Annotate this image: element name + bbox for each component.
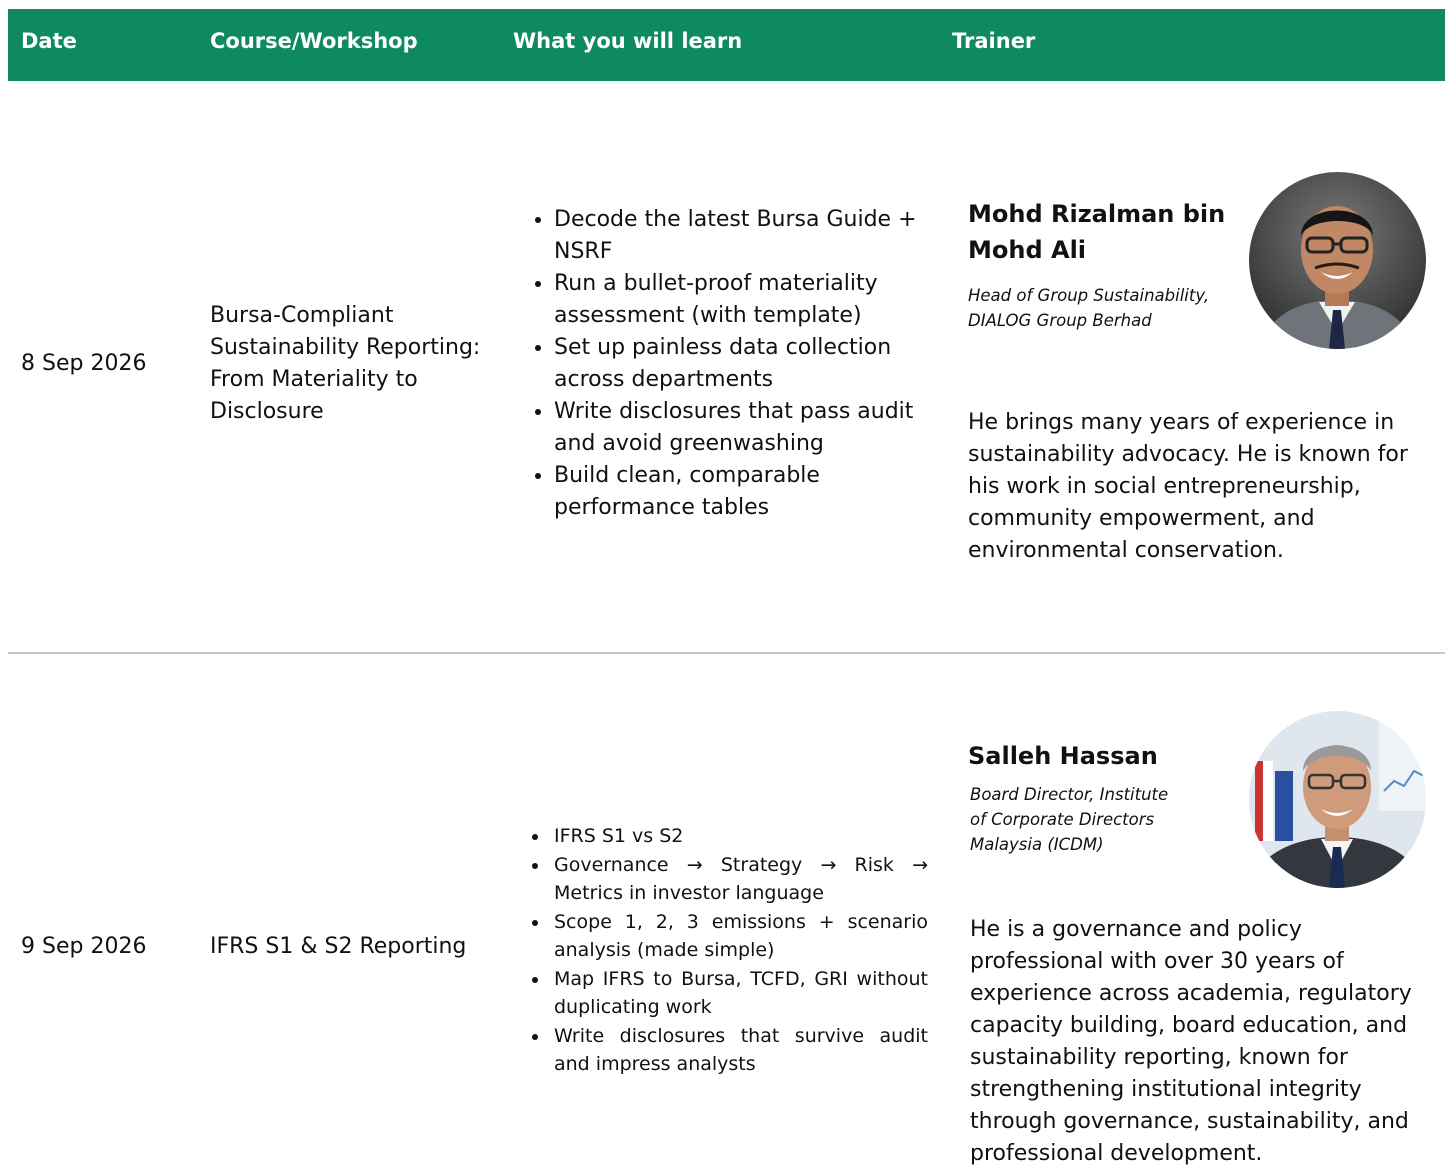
- learn-item: Scope 1, 2, 3 emissions + scenario analy…: [550, 908, 928, 965]
- header-learn: What you will learn: [513, 29, 743, 53]
- learn-item: Run a bullet-proof materiality assessmen…: [554, 268, 925, 332]
- row-learn: Decode the latest Bursa Guide + NSRF Run…: [530, 204, 925, 524]
- learn-item: Governance → Strategy → Risk → Metrics i…: [550, 851, 928, 908]
- trainer-name: Salleh Hassan: [968, 742, 1158, 770]
- header-trainer: Trainer: [952, 29, 1036, 53]
- header-date: Date: [21, 29, 77, 53]
- trainer-role: Head of Group Sustainability, DIALOG Gro…: [968, 283, 1209, 333]
- header-course: Course/Workshop: [210, 29, 418, 53]
- learn-item: Decode the latest Bursa Guide + NSRF: [554, 204, 925, 268]
- learn-item: IFRS S1 vs S2: [550, 822, 928, 851]
- trainer-role-line: DIALOG Group Berhad: [968, 311, 1152, 330]
- row-course: Bursa-Compliant Sustainability Reporting…: [210, 303, 481, 424]
- trainer-role-line: Board Director, Institute: [970, 785, 1169, 804]
- row-date: 8 Sep 2026: [21, 351, 147, 376]
- table-header: Date Course/Workshop What you will learn…: [8, 9, 1445, 81]
- row-divider: [8, 652, 1445, 654]
- trainer-role-line: of Corporate Directors: [970, 810, 1155, 829]
- trainer-photo: [1249, 172, 1426, 349]
- trainer-name-line: Mohd Ali: [968, 236, 1087, 264]
- trainer-photo: [1249, 711, 1426, 888]
- row-course: IFRS S1 & S2 Reporting: [210, 934, 467, 959]
- row-learn: IFRS S1 vs S2 Governance → Strategy → Ri…: [526, 822, 928, 1079]
- trainer-bio: He is a governance and policy profession…: [970, 917, 1412, 1166]
- learn-item: Map IFRS to Bursa, TCFD, GRI without dup…: [550, 965, 928, 1022]
- learn-item: Set up painless data collection across d…: [554, 332, 925, 396]
- trainer-name-line: Mohd Rizalman bin: [968, 200, 1226, 228]
- learn-item: Build clean, comparable performance tabl…: [554, 460, 925, 524]
- trainer-role-line: Malaysia (ICDM): [970, 835, 1104, 854]
- trainer-role: Board Director, Institute of Corporate D…: [970, 782, 1168, 857]
- learn-item: Write disclosures that pass audit and av…: [554, 396, 925, 460]
- trainer-name: Mohd Rizalman bin Mohd Ali: [968, 196, 1225, 268]
- trainer-bio: He brings many years of experience in su…: [968, 410, 1408, 563]
- learn-item: Write disclosures that survive audit and…: [550, 1022, 928, 1079]
- trainer-role-line: Head of Group Sustainability,: [968, 286, 1210, 305]
- row-date: 9 Sep 2026: [21, 934, 147, 959]
